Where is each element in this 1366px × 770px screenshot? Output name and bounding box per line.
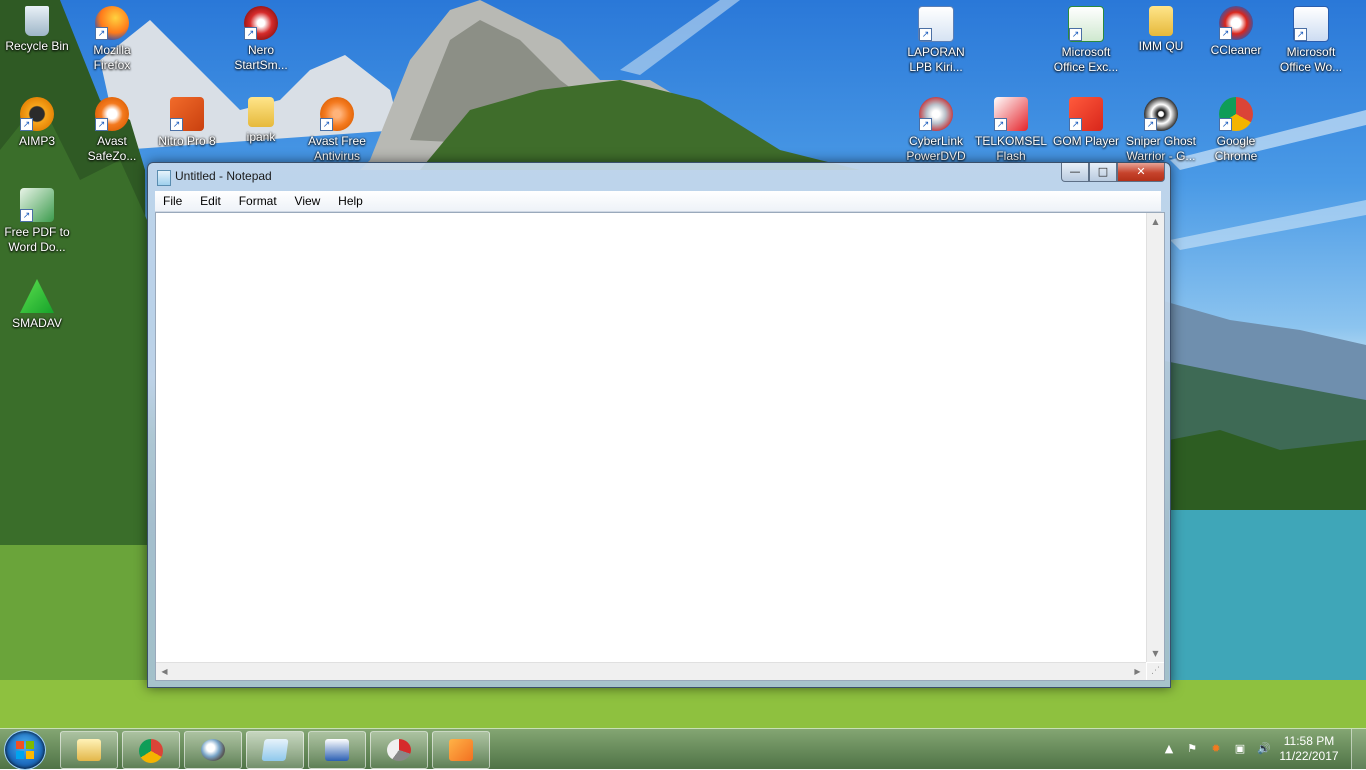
nero-icon: ↗ <box>244 6 278 40</box>
desktop-icon-nero[interactable]: ↗ Nero StartSm... <box>224 0 298 73</box>
vertical-scrollbar[interactable]: ▲ ▼ <box>1146 213 1164 662</box>
folder-icon <box>248 97 274 127</box>
desktop-icon-word[interactable]: ↗ Microsoft Office Wo... <box>1274 0 1348 75</box>
recycle-bin-icon <box>25 6 49 36</box>
excel-icon: ↗ <box>1068 6 1104 42</box>
desktop-icon-firefox[interactable]: ↗ Mozilla Firefox <box>75 0 149 73</box>
menu-bar: File Edit Format View Help <box>155 191 1161 212</box>
window-title: Untitled - Notepad <box>175 169 272 183</box>
folder-icon <box>1149 6 1173 36</box>
show-hidden-icons-icon[interactable]: ▲ <box>1162 742 1176 756</box>
desktop-icon-smadav[interactable]: SMADAV <box>0 273 74 331</box>
editor-area: ▲ ▼ ◀ ▶ ⋰ <box>155 212 1165 681</box>
minimize-button[interactable]: — <box>1061 163 1089 182</box>
clock-time: 11:58 PM <box>1283 734 1335 748</box>
desktop-icon-laporan[interactable]: ↗ LAPORAN LPB Kiri... <box>899 0 973 75</box>
media-player-icon <box>449 739 473 761</box>
scroll-left-icon[interactable]: ◀ <box>156 663 173 680</box>
network-icon[interactable]: ▣ <box>1233 742 1247 756</box>
pdf-converter-icon: ↗ <box>20 188 54 222</box>
scroll-down-icon[interactable]: ▼ <box>1147 645 1164 662</box>
close-button[interactable]: ✕ <box>1117 163 1165 182</box>
scroll-up-icon[interactable]: ▲ <box>1147 213 1164 230</box>
powerdvd-icon: ↗ <box>919 97 953 131</box>
chrome-icon <box>139 739 163 763</box>
desktop-icon-gom-player[interactable]: ↗ GOM Player <box>1049 91 1123 149</box>
folder-icon <box>77 739 101 761</box>
scroll-right-icon[interactable]: ▶ <box>1129 663 1146 680</box>
word-icon: ↗ <box>1293 6 1329 42</box>
windows-logo-icon <box>16 741 34 759</box>
nitro-icon: ↗ <box>170 97 204 131</box>
nero-disc-icon <box>387 739 411 761</box>
smadav-icon <box>20 279 54 313</box>
taskbar-word[interactable] <box>308 731 366 769</box>
desktop-icon-free-pdf-to-word[interactable]: ↗ Free PDF to Word Do... <box>0 182 74 255</box>
notepad-icon <box>261 739 289 761</box>
desktop-icon-nitro-pro[interactable]: ↗ Nitro Pro 8 <box>150 91 224 149</box>
desktop-icon-imm-qu[interactable]: IMM QU <box>1124 0 1198 54</box>
menu-edit[interactable]: Edit <box>194 191 227 211</box>
desktop-icon-ccleaner[interactable]: ↗ CCleaner <box>1199 0 1273 58</box>
taskbar-chrome[interactable] <box>122 731 180 769</box>
desktop-icon-avast-safezone[interactable]: ↗ Avast SafeZo... <box>75 91 149 164</box>
aimp-icon: ↗ <box>20 97 54 131</box>
desktop-icon-sniper-ghost-warrior[interactable]: ↗ Sniper Ghost Warrior - G... <box>1124 91 1198 164</box>
menu-help[interactable]: Help <box>332 191 369 211</box>
menu-file[interactable]: File <box>157 191 188 211</box>
volume-icon[interactable]: 🔊 <box>1257 742 1271 756</box>
horizontal-scrollbar[interactable]: ◀ ▶ <box>156 662 1146 680</box>
system-clock[interactable]: 11:58 PM 11/22/2017 <box>1274 734 1344 764</box>
chrome-icon: ↗ <box>1219 97 1253 131</box>
avast-icon: ↗ <box>320 97 354 131</box>
window-controls: — □ ✕ <box>1061 163 1165 182</box>
taskbar-search-app[interactable] <box>184 731 242 769</box>
desktop-icon-ipank[interactable]: ipank <box>224 91 298 145</box>
taskbar: ▲ ⚑ ✹ ▣ 🔊 11:58 PM 11/22/2017 <box>0 728 1366 770</box>
gom-player-icon: ↗ <box>1069 97 1103 131</box>
telkomsel-flash-icon: ↗ <box>994 97 1028 131</box>
start-button[interactable] <box>4 730 46 770</box>
show-desktop-button[interactable] <box>1351 729 1366 769</box>
desktop-icon-avast-free[interactable]: ↗ Avast Free Antivirus <box>300 91 374 164</box>
crosshair-icon: ↗ <box>1144 97 1178 131</box>
ccleaner-icon: ↗ <box>1219 6 1253 40</box>
maximize-button[interactable]: □ <box>1089 163 1117 182</box>
menu-view[interactable]: View <box>289 191 327 211</box>
word-document-icon: ↗ <box>918 6 954 42</box>
desktop-icon-telkomsel-flash[interactable]: ↗ TELKOMSEL Flash <box>974 91 1048 164</box>
desktop-icon-google-chrome[interactable]: ↗ Google Chrome <box>1199 91 1273 164</box>
taskbar-nero[interactable] <box>370 731 428 769</box>
clock-date: 11/22/2017 <box>1279 749 1339 763</box>
desktop-icon-excel[interactable]: ↗ Microsoft Office Exc... <box>1049 0 1123 75</box>
desktop-icon-aimp3[interactable]: ↗ AIMP3 <box>0 91 74 149</box>
menu-format[interactable]: Format <box>233 191 283 211</box>
action-center-flag-icon[interactable]: ⚑ <box>1185 742 1199 756</box>
desktop-icon-recycle-bin[interactable]: Recycle Bin <box>0 0 74 54</box>
avast-tray-icon[interactable]: ✹ <box>1209 742 1223 756</box>
notepad-icon <box>157 170 171 186</box>
word-icon <box>325 739 349 761</box>
text-editor[interactable] <box>156 213 1146 662</box>
magnifier-icon <box>201 739 225 761</box>
title-bar[interactable]: Untitled - Notepad — □ ✕ <box>148 163 1170 189</box>
firefox-icon: ↗ <box>95 6 129 40</box>
taskbar-notepad[interactable] <box>246 731 304 769</box>
resize-grip-icon[interactable]: ⋰ <box>1147 663 1164 680</box>
taskbar-media-player[interactable] <box>432 731 490 769</box>
desktop-icon-powerdvd[interactable]: ↗ CyberLink PowerDVD <box>899 91 973 164</box>
notepad-window: Untitled - Notepad — □ ✕ File Edit Forma… <box>147 162 1171 688</box>
taskbar-explorer[interactable] <box>60 731 118 769</box>
avast-safezone-icon: ↗ <box>95 97 129 131</box>
